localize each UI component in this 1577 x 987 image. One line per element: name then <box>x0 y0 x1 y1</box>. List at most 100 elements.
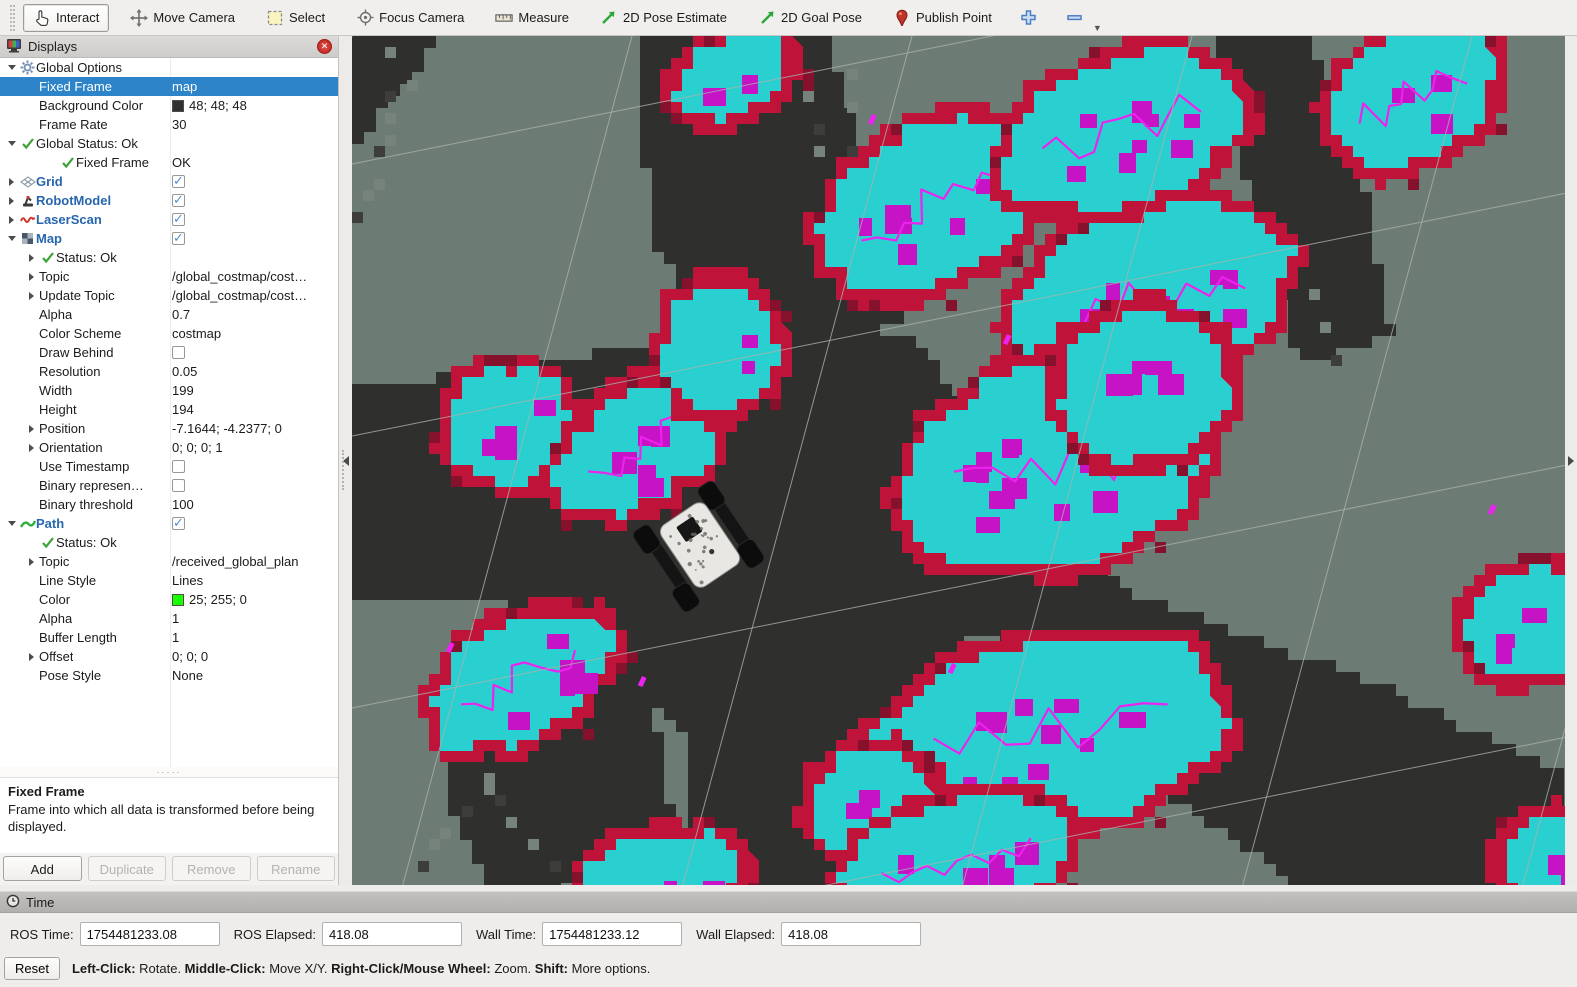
tool-2d-pose-estimate[interactable]: 2D Pose Estimate <box>590 4 737 32</box>
property-value[interactable]: 25; 255; 0 <box>172 592 336 607</box>
tree-row-alpha[interactable]: Alpha0.7 <box>0 305 338 324</box>
tree-row-update-topic[interactable]: Update Topic/global_costmap/cost… <box>0 286 338 305</box>
property-value[interactable]: 0.05 <box>172 364 336 379</box>
expander-right-icon[interactable] <box>4 197 19 205</box>
tree-row-buffer-length[interactable]: Buffer Length1 <box>0 628 338 647</box>
tree-row-binary-represen-[interactable]: Binary represen… <box>0 476 338 495</box>
color-swatch[interactable] <box>172 594 184 606</box>
tree-row-height[interactable]: Height194 <box>0 400 338 419</box>
tree-row-use-timestamp[interactable]: Use Timestamp <box>0 457 338 476</box>
checkbox[interactable] <box>172 517 185 530</box>
tree-row-global-status-ok[interactable]: Global Status: Ok <box>0 134 338 153</box>
tool-2d-goal-pose[interactable]: 2D Goal Pose <box>748 4 872 32</box>
property-value[interactable]: 0.7 <box>172 307 336 322</box>
checkbox[interactable] <box>172 175 185 188</box>
tree-row-alpha[interactable]: Alpha1 <box>0 609 338 628</box>
tool-move-camera[interactable]: Move Camera <box>120 4 245 32</box>
property-value[interactable]: 1 <box>172 630 336 645</box>
expander-right-icon[interactable] <box>24 425 39 433</box>
wall-time-input[interactable] <box>542 922 682 946</box>
checkbox[interactable] <box>172 213 185 226</box>
checkbox[interactable] <box>172 460 185 473</box>
wall-elapsed-input[interactable] <box>781 922 921 946</box>
expander-down-icon[interactable] <box>4 236 19 241</box>
collapse-right-icon[interactable] <box>1568 456 1574 466</box>
add-button[interactable]: Add <box>3 856 82 881</box>
tool-interact[interactable]: Interact <box>23 4 109 32</box>
expander-right-icon[interactable] <box>4 216 19 224</box>
tree-row-map[interactable]: Map <box>0 229 338 248</box>
checkbox[interactable] <box>172 232 185 245</box>
tree-row-resolution[interactable]: Resolution0.05 <box>0 362 338 381</box>
expander-right-icon[interactable] <box>24 254 39 262</box>
property-value[interactable]: 1 <box>172 611 336 626</box>
property-value[interactable]: map <box>172 79 336 94</box>
tree-row-draw-behind[interactable]: Draw Behind <box>0 343 338 362</box>
tree-row-color-scheme[interactable]: Color Schemecostmap <box>0 324 338 343</box>
tree-row-color[interactable]: Color25; 255; 0 <box>0 590 338 609</box>
left-splitter[interactable] <box>339 36 352 885</box>
property-value[interactable]: 48; 48; 48 <box>172 98 336 113</box>
tool-focus-camera[interactable]: Focus Camera <box>346 4 474 32</box>
property-value[interactable]: -7.1644; -4.2377; 0 <box>172 421 336 436</box>
property-value[interactable] <box>172 232 336 245</box>
expander-down-icon[interactable] <box>4 141 19 146</box>
toolbar-drag-handle[interactable] <box>10 5 15 31</box>
expander-down-icon[interactable] <box>4 65 19 70</box>
property-value[interactable]: None <box>172 668 336 683</box>
property-value[interactable] <box>172 517 336 530</box>
tree-row-path[interactable]: Path <box>0 514 338 533</box>
tree-row-status-ok[interactable]: Status: Ok <box>0 248 338 267</box>
property-value[interactable]: /global_costmap/cost… <box>172 288 336 303</box>
tool-add-tool[interactable] <box>1013 4 1045 32</box>
reset-button[interactable]: Reset <box>4 957 60 980</box>
property-value[interactable] <box>172 175 336 188</box>
tree-row-global-options[interactable]: Global Options <box>0 58 338 77</box>
property-value[interactable]: 100 <box>172 497 336 512</box>
checkbox[interactable] <box>172 479 185 492</box>
property-value[interactable]: /received_global_plan <box>172 554 336 569</box>
help-splitter-handle[interactable]: ····· <box>0 767 338 777</box>
tree-row-orientation[interactable]: Orientation0; 0; 0; 1 <box>0 438 338 457</box>
tree-row-fixed-frame[interactable]: Fixed FrameOK <box>0 153 338 172</box>
property-value[interactable] <box>172 479 336 492</box>
expander-right-icon[interactable] <box>24 273 39 281</box>
3d-viewport[interactable] <box>352 36 1565 885</box>
tool-measure[interactable]: Measure <box>485 4 579 32</box>
property-value[interactable] <box>172 460 336 473</box>
color-swatch[interactable] <box>172 100 184 112</box>
expander-right-icon[interactable] <box>24 653 39 661</box>
tree-row-background-color[interactable]: Background Color48; 48; 48 <box>0 96 338 115</box>
property-value[interactable]: 0; 0; 0 <box>172 649 336 664</box>
ros-elapsed-input[interactable] <box>322 922 462 946</box>
close-panel-icon[interactable]: ✕ <box>317 39 332 54</box>
tree-row-status-ok[interactable]: Status: Ok <box>0 533 338 552</box>
tool-remove-tool[interactable] <box>1059 4 1091 32</box>
property-value[interactable] <box>172 346 336 359</box>
expander-down-icon[interactable] <box>4 521 19 526</box>
tree-row-grid[interactable]: Grid <box>0 172 338 191</box>
property-value[interactable]: Lines <box>172 573 336 588</box>
property-value[interactable] <box>172 213 336 226</box>
expander-right-icon[interactable] <box>24 444 39 452</box>
property-value[interactable]: /global_costmap/cost… <box>172 269 336 284</box>
checkbox[interactable] <box>172 194 185 207</box>
expander-right-icon[interactable] <box>4 178 19 186</box>
tree-row-line-style[interactable]: Line StyleLines <box>0 571 338 590</box>
tree-row-binary-threshold[interactable]: Binary threshold100 <box>0 495 338 514</box>
right-splitter[interactable] <box>1565 36 1577 885</box>
expander-right-icon[interactable] <box>24 292 39 300</box>
tool-publish-point[interactable]: Publish Point <box>883 4 1002 32</box>
expander-right-icon[interactable] <box>24 558 39 566</box>
property-value[interactable]: 199 <box>172 383 336 398</box>
tree-row-position[interactable]: Position-7.1644; -4.2377; 0 <box>0 419 338 438</box>
property-value[interactable]: 194 <box>172 402 336 417</box>
property-value[interactable] <box>172 194 336 207</box>
toolbar-overflow-icon[interactable]: ▼ <box>1093 23 1102 33</box>
tree-row-robotmodel[interactable]: RobotModel <box>0 191 338 210</box>
property-value[interactable]: 0; 0; 0; 1 <box>172 440 336 455</box>
checkbox[interactable] <box>172 346 185 359</box>
tree-row-width[interactable]: Width199 <box>0 381 338 400</box>
tree-row-topic[interactable]: Topic/received_global_plan <box>0 552 338 571</box>
tree-row-laserscan[interactable]: LaserScan <box>0 210 338 229</box>
